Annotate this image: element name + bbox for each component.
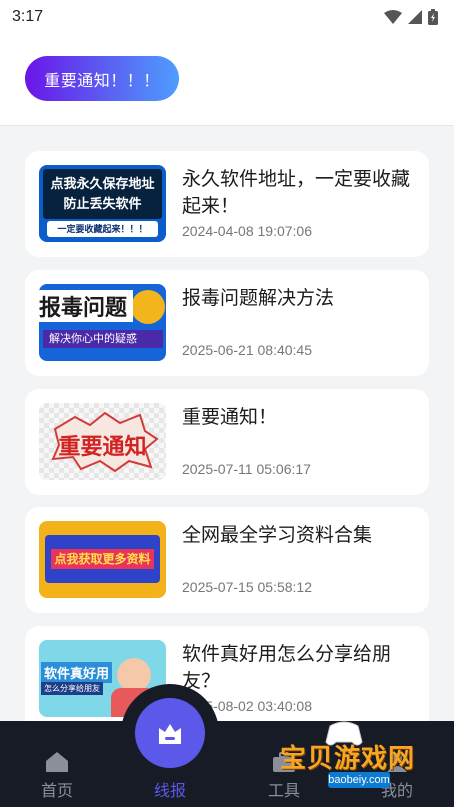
article-card[interactable]: 报毒问题 解决你心中的疑惑 报毒问题解决方法 2025-06-21 08:40:… [25,270,429,376]
article-title: 软件真好用怎么分享给朋友？ [182,644,392,692]
thumbnail-text: 一定要收藏起来！！！ [47,221,158,237]
thumbnail-text: 防止丢失软件 [63,196,142,211]
article-date: 2025-07-11 05:06:17 [182,461,311,477]
thumbnail-text: 解决你心中的疑惑 [43,330,163,348]
article-thumbnail: 报毒问题 解决你心中的疑惑 [39,284,166,361]
article-card[interactable]: 重要通知 重要通知！ 2025-07-11 05:06:17 [25,389,429,495]
article-title: 全网最全学习资料合集 [182,525,373,546]
watermark-url: baobeiy.com [328,772,390,788]
article-card[interactable]: 点我永久保存地址 防止丢失软件 一定要收藏起来！！！ 永久软件地址，一定要收藏起… [25,151,429,257]
thumbnail-text: 点我获取更多资料 [51,549,154,569]
status-bar: 3:17 [0,0,454,34]
article-thumbnail: 重要通知 [39,403,166,480]
article-title: 报毒问题解决方法 [182,288,335,309]
signal-icon [408,10,422,24]
thumbnail-text: 软件真好用 [41,662,113,683]
tab-news[interactable]: 线报 [130,733,210,803]
header: 重要通知！！！ [0,34,454,126]
home-icon [46,752,68,772]
thumbnail-text: 报毒问题 [39,290,133,322]
battery-icon [428,9,438,25]
article-date: 2024-04-08 19:07:06 [182,223,312,239]
tab-label: 首页 [40,783,73,800]
article-thumbnail: 点我永久保存地址 防止丢失软件 一定要收藏起来！！！ [39,165,166,242]
article-title: 重要通知！ [182,407,278,428]
thumbnail-figure [117,658,151,692]
article-date: 2025-06-21 08:40:45 [182,342,312,358]
status-time: 3:17 [12,8,44,25]
wifi-icon [384,10,402,24]
tab-label: 线报 [153,783,186,800]
thumbnail-text: 怎么分享给朋友 [41,682,103,695]
thumbnail-text: 点我永久保存地址 [50,176,155,191]
important-notice-button[interactable]: 重要通知！！！ [25,56,179,101]
article-card[interactable]: 点我获取更多资料 全网最全学习资料合集 2025-07-15 05:58:12 [25,507,429,613]
article-thumbnail: 点我获取更多资料 [39,521,166,598]
thumbnail-decoration [131,290,165,324]
article-card[interactable]: 软件真好用 怎么分享给朋友 软件真好用怎么分享给朋友？ 2025-08-02 0… [25,626,429,732]
tab-home[interactable]: 首页 [17,733,97,803]
status-icons [384,9,438,25]
article-title: 永久软件地址，一定要收藏起来！ [182,169,411,217]
thumbnail-text: 重要通知 [58,434,147,459]
watermark: 宝贝游戏网 baobeiy.com [278,718,438,798]
watermark-title: 宝贝游戏网 [280,743,416,773]
article-date: 2025-07-15 05:58:12 [182,579,312,595]
